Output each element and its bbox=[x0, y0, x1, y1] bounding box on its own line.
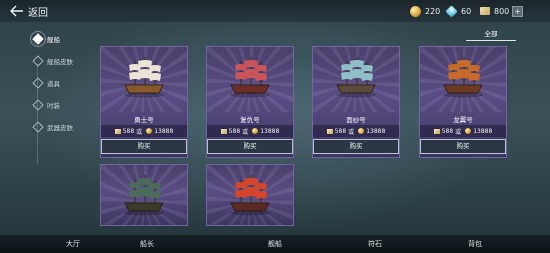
gold-coin-icon bbox=[410, 5, 421, 17]
price-row: 588 或 13888 bbox=[207, 125, 293, 137]
ship-card-warrior[interactable]: 勇士号 588 或 13888 购买 bbox=[100, 46, 188, 158]
sidebar-item-label: 武器皮肤 bbox=[47, 124, 73, 132]
buy-button[interactable]: 购买 bbox=[313, 139, 399, 154]
sidebar-item-label: 时装 bbox=[47, 102, 60, 110]
nav-captain[interactable]: 船长 bbox=[127, 239, 167, 249]
ticket-icon bbox=[220, 128, 227, 134]
diamond-bullet-icon bbox=[32, 99, 44, 111]
diamond-bullet-icon bbox=[32, 55, 44, 67]
buy-button[interactable]: 购买 bbox=[101, 139, 187, 154]
or-label: 或 bbox=[348, 128, 355, 136]
diamond-value: 60 bbox=[461, 6, 472, 16]
back-button[interactable]: 返回 bbox=[10, 3, 50, 19]
ship-name: 面纱号 bbox=[346, 116, 366, 124]
sidebar-item-fashion[interactable]: 时装 bbox=[20, 94, 100, 116]
ship-card-6[interactable] bbox=[206, 164, 294, 226]
ticket-icon bbox=[114, 128, 121, 134]
gold-coin-icon bbox=[358, 128, 365, 134]
ticket-icon bbox=[326, 128, 333, 134]
or-label: 或 bbox=[455, 128, 462, 136]
gold-value: 220 bbox=[425, 6, 441, 16]
sidebar-item-ship-skins[interactable]: 舰船皮肤 bbox=[20, 50, 100, 72]
ship-icon bbox=[230, 175, 270, 216]
nav-backpack[interactable]: 背包 bbox=[455, 239, 495, 249]
category-sidebar: 舰船 舰船皮肤 道具 时装 武器皮肤 bbox=[20, 28, 100, 164]
price-row: 588 或 13888 bbox=[420, 125, 506, 137]
bottom-nav: 大厅 船长 舰船 符石 背包 bbox=[0, 235, 550, 253]
buy-button[interactable]: 购买 bbox=[207, 139, 293, 154]
ship-card-revenge[interactable]: 复仇号 588 或 13888 购买 bbox=[206, 46, 294, 158]
ship-name: 复仇号 bbox=[240, 116, 260, 124]
nav-runestones[interactable]: 符石 bbox=[355, 239, 395, 249]
filter-all-tab[interactable]: 全部 bbox=[466, 28, 516, 41]
back-label: 返回 bbox=[28, 7, 48, 19]
gold-coin-icon bbox=[146, 128, 153, 134]
ship-card-5[interactable] bbox=[100, 164, 188, 226]
nav-lobby[interactable]: 大厅 bbox=[53, 239, 93, 249]
sidebar-item-label: 道具 bbox=[47, 80, 60, 88]
gold-resource: 220 bbox=[410, 4, 440, 18]
sidebar-item-label: 舰船皮肤 bbox=[47, 58, 73, 66]
nav-ships[interactable]: 舰船 bbox=[255, 239, 295, 249]
ship-card-dragonwing[interactable]: 龙翼号 588 或 13888 购买 bbox=[419, 46, 507, 158]
sidebar-item-ships[interactable]: 舰船 bbox=[20, 28, 100, 50]
coin-price: 13888 bbox=[473, 127, 493, 135]
sidebar-item-weapon-skins[interactable]: 武器皮肤 bbox=[20, 116, 100, 138]
ship-icon bbox=[230, 57, 270, 98]
or-label: 或 bbox=[242, 128, 249, 136]
ship-icon bbox=[443, 57, 483, 98]
coin-price: 13888 bbox=[366, 127, 386, 135]
top-bar: 返回 220 60 800 + bbox=[0, 0, 550, 22]
ticket-resource: 800 + bbox=[480, 4, 524, 18]
back-arrow-icon bbox=[10, 5, 23, 17]
ship-icon bbox=[336, 57, 376, 98]
ship-name: 龙翼号 bbox=[453, 116, 473, 124]
diamond-bullet-icon bbox=[32, 121, 44, 133]
diamond-bullet-icon bbox=[32, 77, 44, 89]
ticket-price: 588 bbox=[441, 127, 454, 135]
ticket-price: 588 bbox=[228, 127, 241, 135]
price-row: 588 或 13888 bbox=[313, 125, 399, 137]
price-row: 588 或 13888 bbox=[101, 125, 187, 137]
ticket-price: 588 bbox=[334, 127, 347, 135]
diamond-icon bbox=[445, 4, 458, 18]
add-ticket-button[interactable]: + bbox=[512, 5, 524, 17]
coin-price: 13888 bbox=[260, 127, 280, 135]
ticket-value: 800 bbox=[494, 6, 510, 16]
ship-icon bbox=[124, 57, 164, 98]
or-label: 或 bbox=[136, 128, 143, 136]
diamond-resource: 60 bbox=[445, 4, 472, 18]
ticket-icon bbox=[480, 7, 490, 15]
sidebar-item-label: 舰船 bbox=[47, 36, 60, 44]
gold-coin-icon bbox=[465, 128, 472, 134]
sidebar-item-items[interactable]: 道具 bbox=[20, 72, 100, 94]
ticket-price: 588 bbox=[122, 127, 135, 135]
gold-coin-icon bbox=[252, 128, 259, 134]
ship-card-veil[interactable]: 面纱号 588 或 13888 购买 bbox=[312, 46, 400, 158]
coin-price: 13888 bbox=[154, 127, 174, 135]
ship-name: 勇士号 bbox=[134, 116, 154, 124]
buy-button[interactable]: 购买 bbox=[420, 139, 506, 154]
ship-icon bbox=[124, 175, 164, 216]
ticket-icon bbox=[433, 128, 440, 134]
